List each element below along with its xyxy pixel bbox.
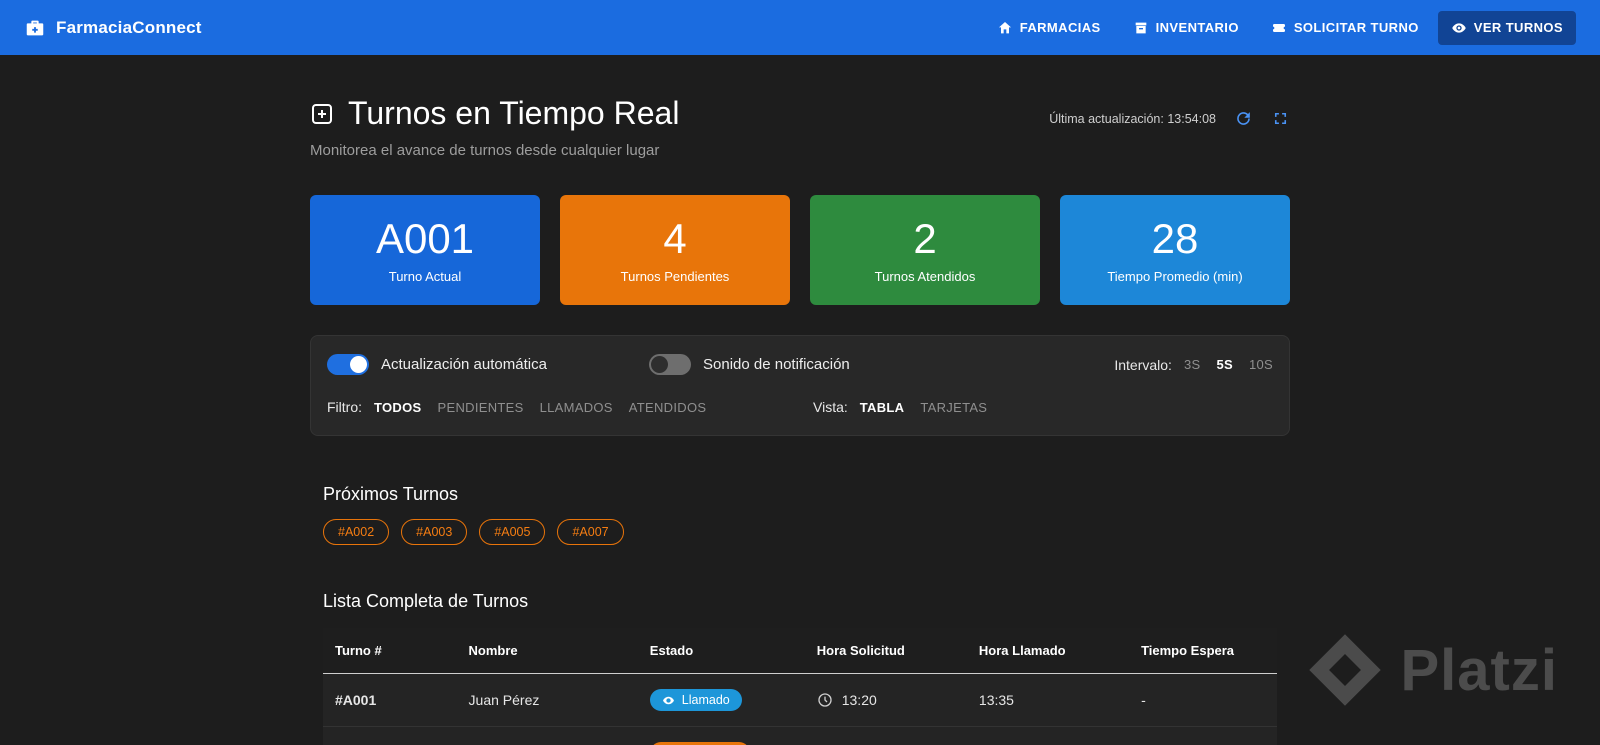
table-header-row: Turno # Nombre Estado Hora Solicitud Hor… [323, 628, 1277, 674]
nombre-cell: María García [456, 726, 638, 745]
inventory-icon [1133, 20, 1149, 36]
nav-item-label: SOLICITAR TURNO [1293, 20, 1419, 35]
stat-value: 4 [663, 215, 687, 263]
tiempo-espera: 24 min [1129, 726, 1277, 745]
main-content: Turnos en Tiempo Real Monitorea el avanc… [310, 55, 1290, 745]
update-row: Última actualización: 13:54:08 [1049, 109, 1290, 128]
stat-value: 28 [1151, 215, 1199, 263]
stat-value: 2 [913, 215, 937, 263]
turnos-table: Turno # Nombre Estado Hora Solicitud Hor… [323, 628, 1277, 745]
ticket-icon [1271, 20, 1287, 36]
sound-toggle[interactable] [649, 354, 691, 375]
upcoming-section: Próximos Turnos #A002 #A003 #A005 #A007 [310, 484, 1290, 545]
controls-panel: Actualización automática Sonido de notif… [310, 335, 1290, 436]
nav-item-solicitar-turno[interactable]: SOLICITAR TURNO [1258, 11, 1432, 45]
interval-option-5s[interactable]: 5S [1216, 357, 1233, 372]
stat-card-turno-actual: A001 Turno Actual [310, 195, 540, 305]
nav-items: FARMACIAS INVENTARIO SOLICITAR TURNO VER… [984, 10, 1576, 45]
ticket-pill[interactable]: #A003 [401, 519, 468, 545]
column-header: Estado [637, 628, 805, 674]
interval-option-10s[interactable]: 10S [1249, 357, 1273, 372]
table-row: #A001 Juan Pérez Llamado 13:20 13:35 - [323, 673, 1277, 727]
brand[interactable]: FarmaciaConnect [24, 17, 202, 39]
view-option-tarjetas[interactable]: TARJETAS [920, 400, 987, 415]
turno-cell: #A002 [323, 726, 457, 745]
stat-card-atendidos: 2 Turnos Atendidos [810, 195, 1040, 305]
ticket-pill[interactable]: #A002 [323, 519, 390, 545]
top-navbar: FarmaciaConnect FARMACIAS INVENTARIO SOL… [0, 0, 1600, 55]
nombre-cell: Juan Pérez [456, 673, 638, 727]
stat-label: Turnos Pendientes [620, 268, 730, 284]
status-badge-label: Llamado [681, 693, 730, 707]
home-icon [997, 20, 1013, 36]
interval-label: Intervalo: [1114, 356, 1172, 373]
upcoming-title: Próximos Turnos [323, 484, 459, 504]
stat-card-pendientes: 4 Turnos Pendientes [560, 195, 790, 305]
fullscreen-icon[interactable] [1271, 109, 1290, 128]
nav-item-ver-turnos[interactable]: VER TURNOS [1437, 10, 1576, 45]
page-title: Turnos en Tiempo Real [348, 95, 680, 131]
interval-option-3s[interactable]: 3S [1184, 357, 1201, 372]
stat-card-tiempo-promedio: 28 Tiempo Promedio (min) [1060, 195, 1290, 305]
column-header: Turno # [323, 628, 457, 674]
refresh-icon[interactable] [1234, 109, 1253, 128]
filter-option-atendidos[interactable]: ATENDIDOS [629, 400, 707, 415]
stat-label: Turno Actual [388, 268, 462, 284]
view-option-tabla[interactable]: TABLA [860, 400, 905, 415]
column-header: Tiempo Espera [1129, 628, 1277, 674]
hora-solicitud: 13:20 [841, 692, 877, 708]
nav-item-label: INVENTARIO [1155, 20, 1239, 35]
page-header: Turnos en Tiempo Real Monitorea el avanc… [310, 95, 1290, 159]
plus-square-icon [310, 102, 334, 126]
stat-label: Tiempo Promedio (min) [1107, 268, 1243, 284]
column-header: Hora Llamado [966, 628, 1130, 674]
table-title: Lista Completa de Turnos [323, 591, 529, 611]
medkit-icon [24, 17, 46, 39]
upcoming-pills: #A002 #A003 #A005 #A007 [323, 519, 1277, 545]
stat-value: A001 [375, 215, 475, 263]
auto-update-label: Actualización automática [381, 356, 547, 373]
last-update-label: Última actualización: [1049, 111, 1164, 126]
filter-label: Filtro: [327, 399, 362, 415]
column-header: Nombre [456, 628, 638, 674]
clock-icon [817, 692, 833, 708]
eye-icon [662, 696, 674, 704]
ticket-pill[interactable]: #A005 [479, 519, 546, 545]
brand-name: FarmaciaConnect [56, 17, 202, 37]
turno-cell: #A001 [323, 673, 457, 727]
view-label: Vista: [813, 399, 848, 415]
filter-option-llamados[interactable]: LLAMADOS [540, 400, 613, 415]
nav-item-farmacias[interactable]: FARMACIAS [984, 11, 1114, 45]
last-update-text: Última actualización: 13:54:08 [1049, 112, 1216, 126]
hora-llamado: - [966, 726, 1130, 745]
hora-llamado: 13:35 [966, 673, 1130, 727]
platzi-watermark-text: Platzi [1400, 637, 1558, 703]
platzi-watermark: Platzi [1307, 632, 1559, 708]
page-subtitle: Monitorea el avance de turnos desde cual… [310, 142, 660, 159]
tiempo-espera: - [1129, 673, 1277, 727]
table-section: Lista Completa de Turnos Turno # Nombre … [310, 591, 1290, 745]
ticket-pill[interactable]: #A007 [557, 519, 624, 545]
sound-label: Sonido de notificación [703, 356, 850, 373]
nav-item-label: VER TURNOS [1473, 20, 1563, 35]
eye-icon [1451, 20, 1467, 36]
filter-option-todos[interactable]: TODOS [374, 400, 422, 415]
table-row: #A002 María García Pendiente [323, 726, 1277, 745]
stat-label: Turnos Atendidos [874, 268, 976, 284]
nav-item-inventario[interactable]: INVENTARIO [1120, 11, 1252, 45]
column-header: Hora Solicitud [804, 628, 967, 674]
nav-item-label: FARMACIAS [1019, 20, 1101, 35]
last-update-time: 13:54:08 [1167, 111, 1216, 126]
filter-option-pendientes[interactable]: PENDIENTES [438, 400, 524, 415]
auto-update-toggle[interactable] [327, 354, 369, 375]
status-badge: Llamado [649, 689, 742, 711]
stats-row: A001 Turno Actual 4 Turnos Pendientes 2 … [310, 195, 1290, 305]
platzi-logo-icon [1308, 634, 1381, 706]
